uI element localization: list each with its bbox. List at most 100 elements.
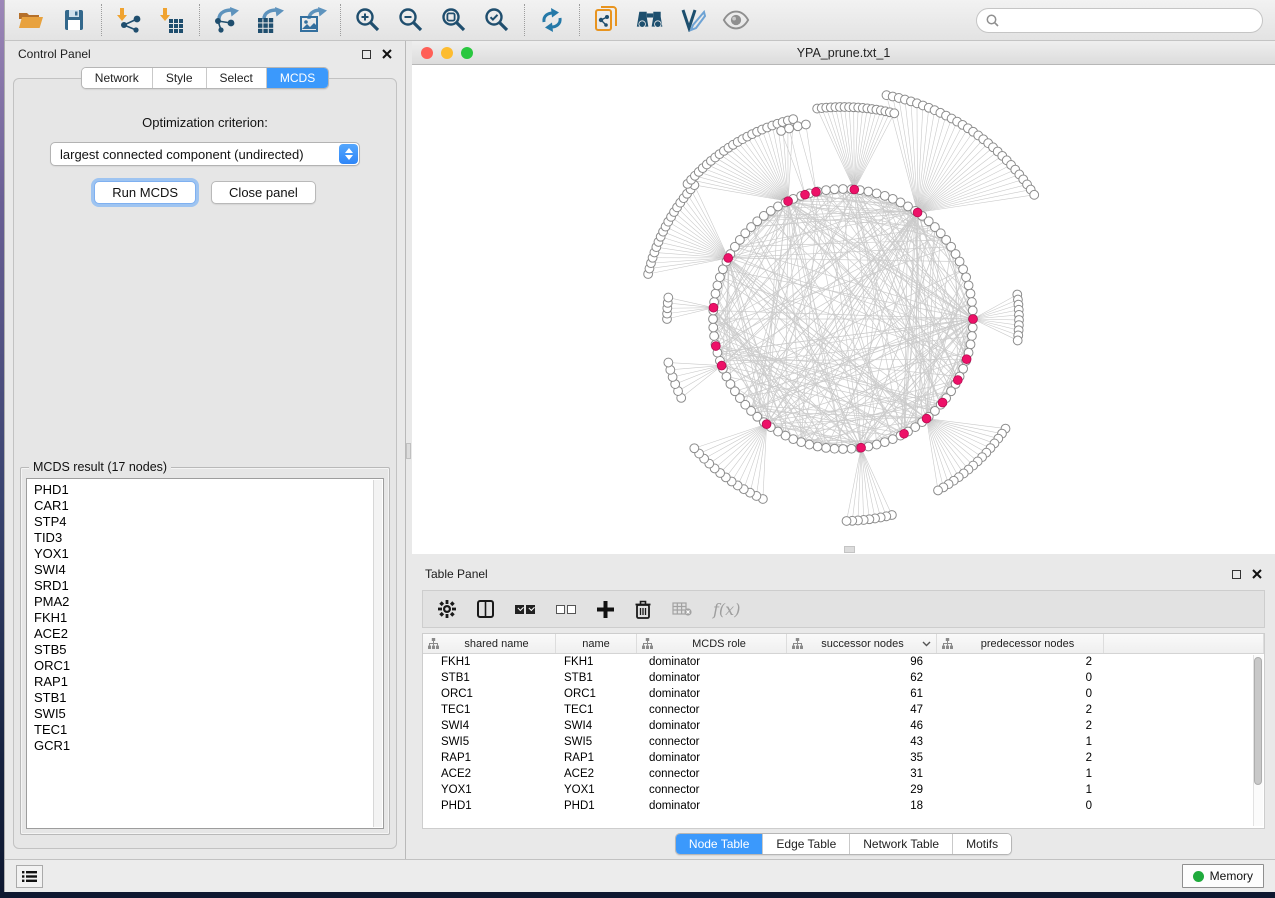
leaf-node[interactable] (890, 109, 899, 118)
ring-node[interactable] (872, 189, 881, 198)
mcds-result-item[interactable]: YOX1 (34, 546, 383, 562)
table-cell[interactable]: FKH1 (423, 654, 556, 670)
leaf-node[interactable] (842, 517, 851, 526)
table-cell[interactable]: SWI5 (556, 734, 637, 750)
mcds-result-item[interactable]: CAR1 (34, 498, 383, 514)
table-cell[interactable]: dominator (637, 798, 787, 814)
table-cell[interactable]: 0 (937, 798, 1104, 814)
table-cell[interactable]: connector (637, 702, 787, 718)
criterion-dropdown[interactable]: largest connected component (undirected) (50, 142, 360, 166)
mcds-result-item[interactable]: SWI5 (34, 706, 383, 722)
table-cell[interactable]: 35 (787, 750, 937, 766)
table-cell[interactable]: connector (637, 782, 787, 798)
table-cell[interactable]: 1 (937, 734, 1104, 750)
ring-node[interactable] (967, 332, 976, 341)
select-all-icon[interactable] (515, 605, 535, 614)
search-input[interactable] (1004, 13, 1253, 27)
table-cell[interactable]: RAP1 (423, 750, 556, 766)
ring-node[interactable] (872, 440, 881, 449)
vertical-splitter-handle[interactable] (406, 443, 411, 459)
mcds-result-item[interactable]: ACE2 (34, 626, 383, 642)
deselect-all-icon[interactable] (556, 605, 576, 614)
leaf-node[interactable] (664, 293, 673, 302)
mcds-hub-node[interactable] (709, 303, 718, 312)
table-cell[interactable]: 0 (937, 670, 1104, 686)
ring-node[interactable] (822, 443, 831, 452)
column-header-mcds-role[interactable]: MCDS role (637, 634, 787, 653)
table-cell[interactable]: dominator (637, 750, 787, 766)
mcds-result-item[interactable]: PMA2 (34, 594, 383, 610)
ring-node[interactable] (830, 185, 839, 194)
mcds-hub-node[interactable] (717, 361, 726, 370)
mcds-hub-node[interactable] (938, 398, 947, 407)
delete-table-icon[interactable] (672, 602, 692, 616)
table-cell[interactable]: PHD1 (556, 798, 637, 814)
table-cell[interactable]: STB1 (423, 670, 556, 686)
table-cell[interactable]: dominator (637, 718, 787, 734)
table-tab-motifs[interactable]: Motifs (953, 834, 1011, 854)
table-cell[interactable]: ACE2 (556, 766, 637, 782)
mcds-hub-node[interactable] (801, 190, 810, 199)
tab-select[interactable]: Select (207, 68, 267, 88)
table-cell[interactable]: 29 (787, 782, 937, 798)
table-cell[interactable]: YOX1 (556, 782, 637, 798)
table-cell[interactable]: 2 (937, 750, 1104, 766)
ring-node[interactable] (713, 281, 722, 290)
table-cell[interactable]: 1 (937, 782, 1104, 798)
mcds-result-item[interactable]: TEC1 (34, 722, 383, 738)
table-cell[interactable]: 0 (937, 686, 1104, 702)
network-canvas[interactable] (412, 65, 1275, 554)
mcds-result-item[interactable]: ORC1 (34, 658, 383, 674)
ring-node[interactable] (805, 440, 814, 449)
table-cell[interactable]: FKH1 (556, 654, 637, 670)
mcds-result-item[interactable]: STB1 (34, 690, 383, 706)
refresh-layout-icon[interactable] (538, 6, 566, 34)
ring-node[interactable] (847, 444, 856, 453)
close-panel-button[interactable]: Close panel (211, 181, 316, 204)
table-mode-gear-icon[interactable] (438, 600, 456, 618)
mcds-result-item[interactable]: GCR1 (34, 738, 383, 754)
export-table-icon[interactable] (256, 6, 284, 34)
tab-style[interactable]: Style (153, 68, 207, 88)
show-columns-icon[interactable] (477, 600, 494, 618)
mcds-hub-node[interactable] (850, 185, 859, 194)
zoom-out-icon[interactable] (397, 6, 425, 34)
ring-node[interactable] (709, 315, 718, 324)
table-row[interactable]: ORC1ORC1dominator610 (423, 686, 1264, 702)
float-panel-icon[interactable] (1232, 570, 1241, 579)
table-cell[interactable]: ORC1 (556, 686, 637, 702)
table-row[interactable]: ACE2ACE2connector311 (423, 766, 1264, 782)
table-cell[interactable]: 62 (787, 670, 937, 686)
table-row[interactable]: TEC1TEC1connector472 (423, 702, 1264, 718)
mcds-hub-node[interactable] (913, 208, 922, 217)
mcds-result-item[interactable]: STP4 (34, 514, 383, 530)
ring-node[interactable] (822, 186, 831, 195)
horizontal-splitter[interactable] (412, 554, 1275, 561)
mcds-hub-node[interactable] (922, 414, 931, 423)
horizontal-splitter-handle[interactable] (844, 546, 855, 553)
table-cell[interactable]: 2 (937, 718, 1104, 734)
mcds-result-list[interactable]: PHD1CAR1STP4TID3YOX1SWI4SRD1PMA2FKH1ACE2… (26, 478, 384, 829)
column-header-successor-nodes[interactable]: successor nodes (787, 634, 937, 653)
export-image-icon[interactable] (299, 6, 327, 34)
run-mcds-button[interactable]: Run MCDS (94, 181, 196, 204)
table-row[interactable]: PHD1PHD1dominator180 (423, 798, 1264, 814)
table-row[interactable]: FKH1FKH1dominator962 (423, 654, 1264, 670)
mcds-hub-node[interactable] (953, 376, 962, 385)
ring-node[interactable] (710, 332, 719, 341)
table-cell[interactable]: YOX1 (423, 782, 556, 798)
tab-mcds[interactable]: MCDS (267, 68, 328, 88)
memory-button[interactable]: Memory (1182, 864, 1264, 888)
leaf-node[interactable] (664, 358, 673, 367)
column-header-shared-name[interactable]: shared name (423, 634, 556, 653)
save-session-icon[interactable] (60, 6, 88, 34)
mcds-hub-node[interactable] (900, 429, 909, 438)
table-cell[interactable]: 46 (787, 718, 937, 734)
table-cell[interactable]: 61 (787, 686, 937, 702)
close-panel-icon[interactable] (1252, 569, 1262, 579)
ring-node[interactable] (830, 444, 839, 453)
import-network-icon[interactable] (115, 6, 143, 34)
table-cell[interactable]: 43 (787, 734, 937, 750)
leaf-node[interactable] (1030, 190, 1039, 199)
ring-node[interactable] (967, 298, 976, 307)
